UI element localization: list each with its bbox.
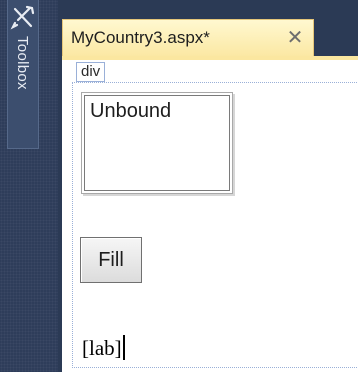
div-tag[interactable]: div <box>76 62 106 82</box>
document-tab[interactable]: MyCountry3.aspx* ✕ <box>62 19 314 59</box>
listbox[interactable]: Unbound <box>81 92 233 194</box>
document-tab-title: MyCountry3.aspx* <box>71 28 210 47</box>
text-caret <box>122 335 125 360</box>
label-control[interactable]: [lab] <box>82 335 125 361</box>
fill-button[interactable]: Fill <box>80 237 142 283</box>
toolbox-icon <box>10 5 35 30</box>
toolbox-strip: Toolbox <box>0 0 58 372</box>
close-icon[interactable]: ✕ <box>286 28 304 48</box>
toolbox-tab[interactable]: Toolbox <box>7 0 39 149</box>
listbox-item: Unbound <box>90 100 172 122</box>
label-control-text: [lab] <box>82 336 122 360</box>
toolbox-label: Toolbox <box>14 36 31 90</box>
design-surface[interactable]: div Unbound Fill [lab] <box>62 60 358 372</box>
